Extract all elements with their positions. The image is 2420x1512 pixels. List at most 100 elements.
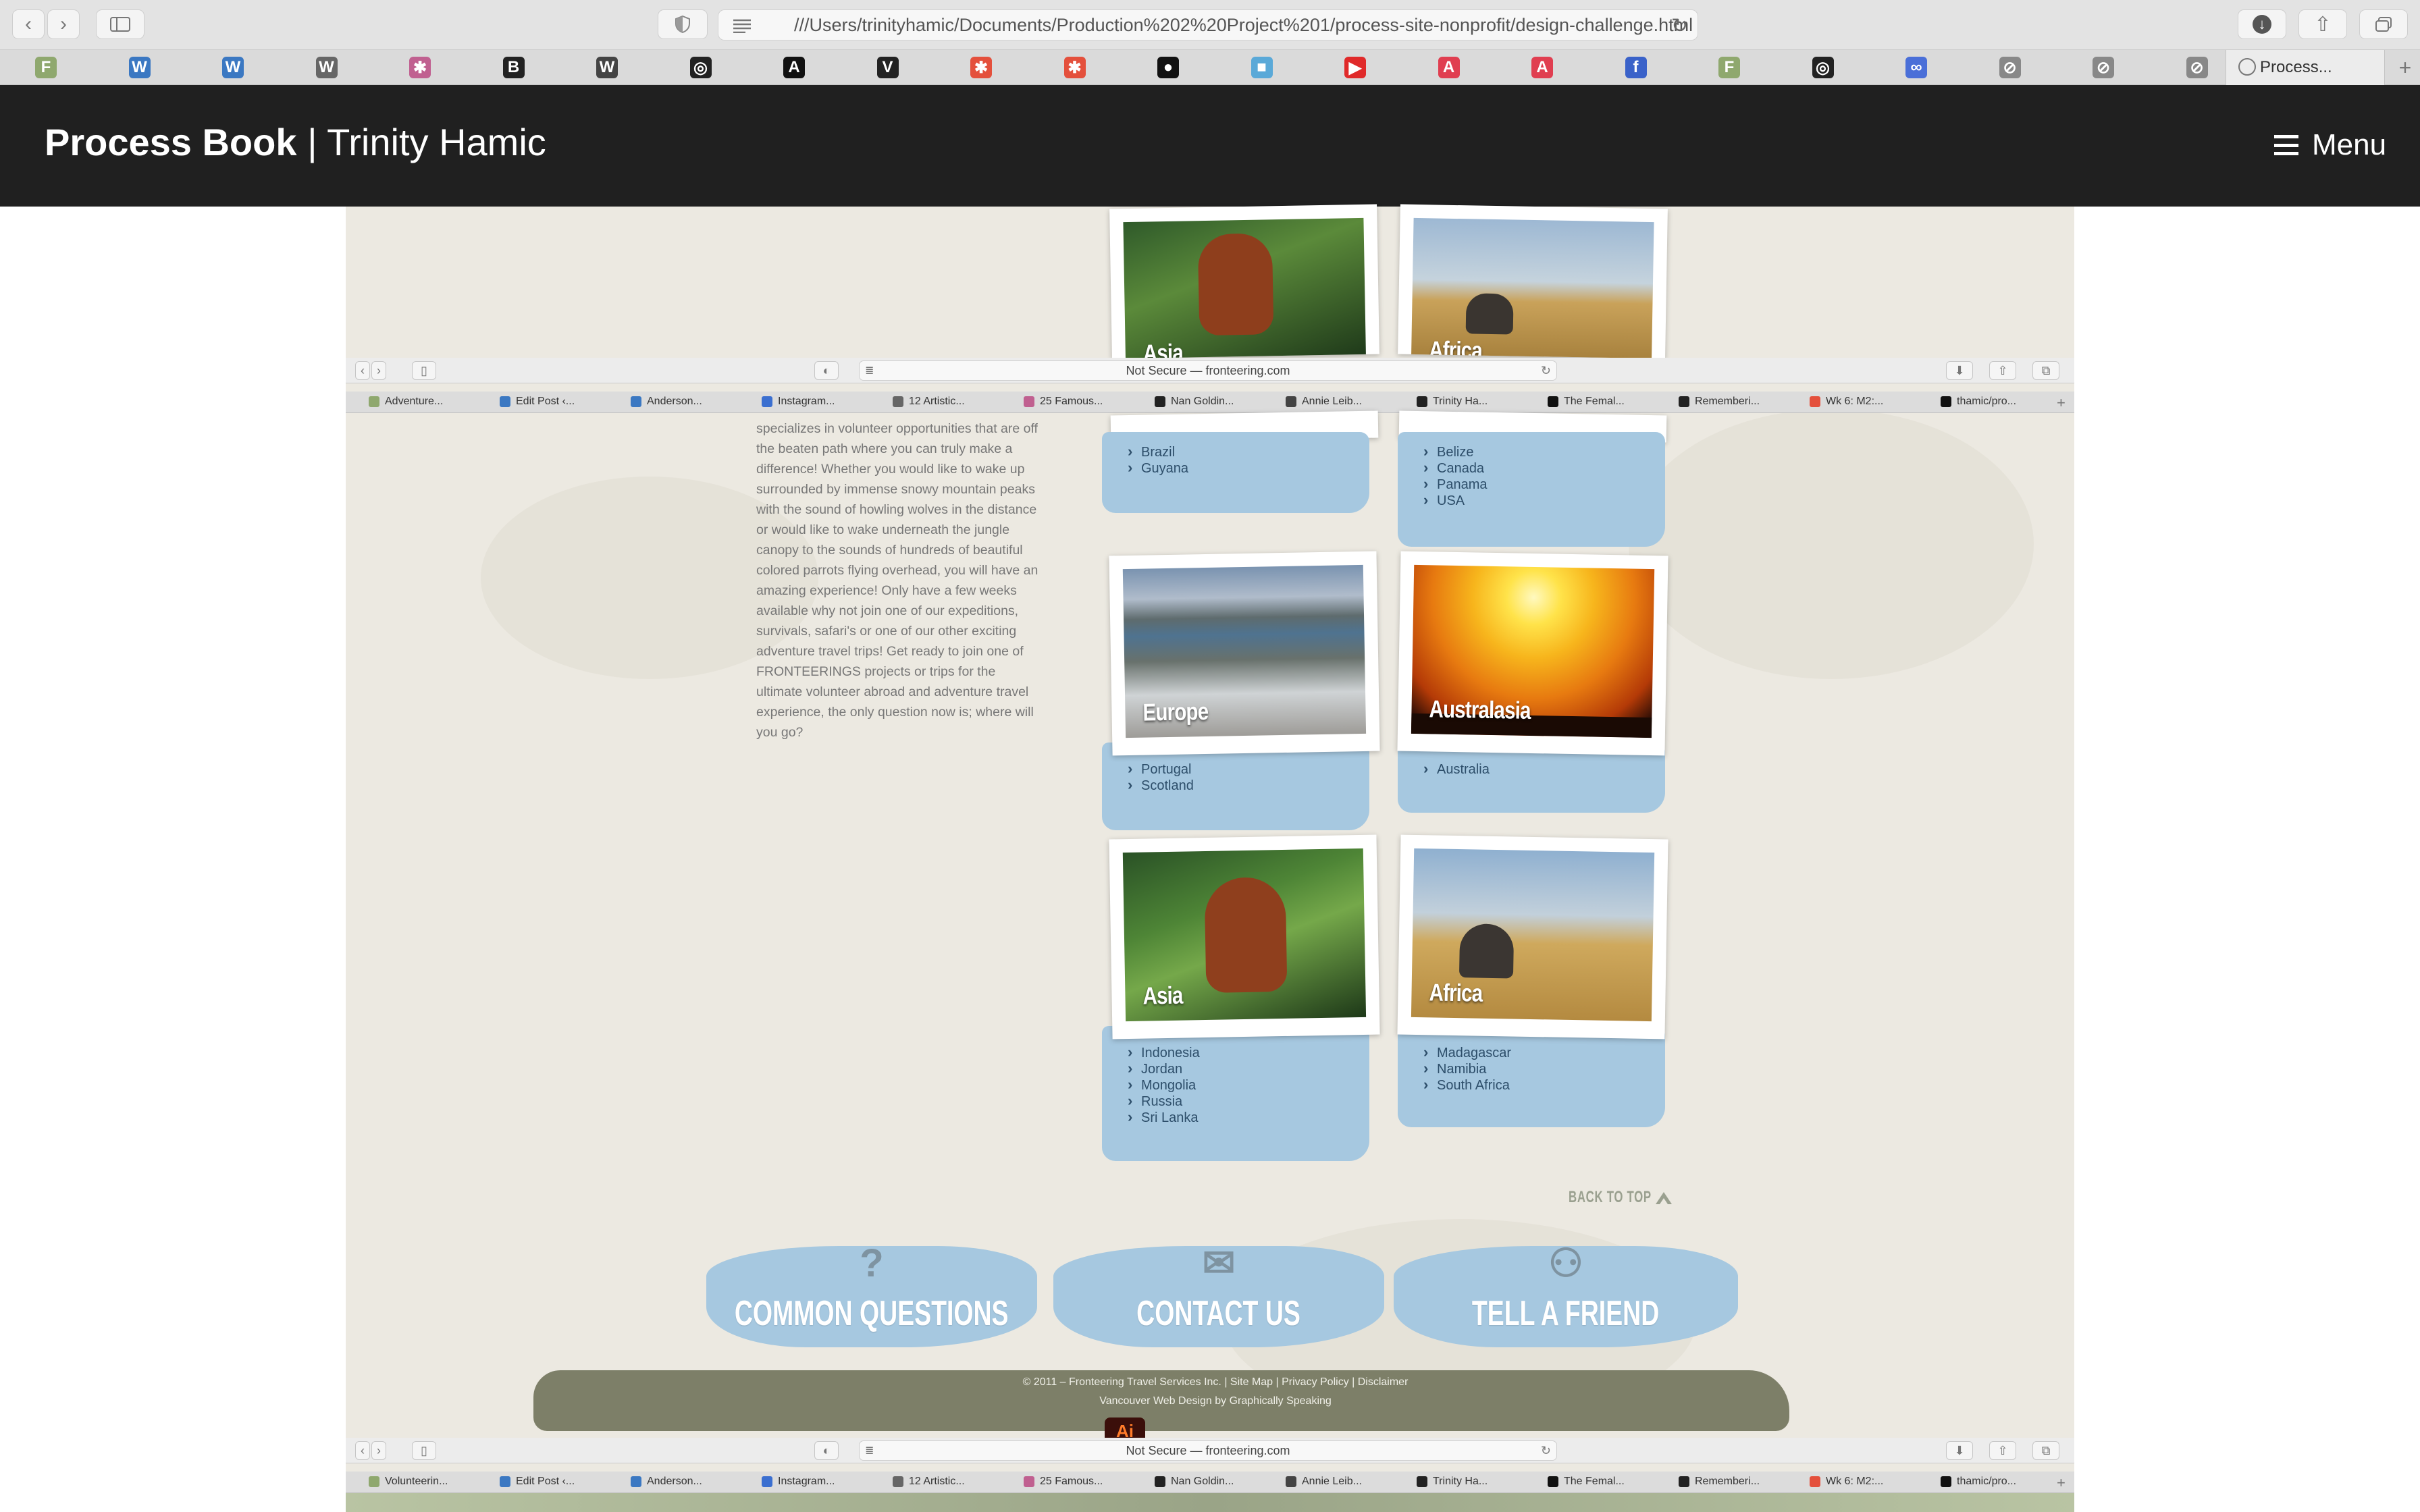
inner-downloads-button[interactable]: ⬇ — [1946, 1441, 1973, 1460]
reload-icon[interactable]: ↻ — [1541, 364, 1551, 378]
country-link[interactable]: Canada — [1423, 460, 1665, 477]
country-link[interactable]: Scotland — [1128, 777, 1369, 794]
wikipedia-icon[interactable]: W — [596, 57, 618, 78]
inner-favorite-item[interactable]: The Femal... — [1548, 1476, 1625, 1488]
facebook-icon[interactable]: f — [1625, 57, 1647, 78]
contact-us-button[interactable]: ✉ CONTACT US — [1053, 1241, 1384, 1347]
inner-favorite-item[interactable]: Instagram... — [762, 396, 835, 408]
w-icon[interactable]: W — [315, 57, 338, 78]
inner-favorite-item[interactable]: Nan Goldin... — [1155, 396, 1234, 408]
sidebar-toggle-button[interactable] — [96, 9, 144, 39]
inner-favorite-item[interactable]: Trinity Ha... — [1417, 396, 1488, 408]
compass-icon[interactable]: ⊘ — [2186, 57, 2208, 78]
country-link[interactable]: Mongolia — [1128, 1077, 1369, 1094]
region-card-asia-top[interactable]: Asia — [1109, 204, 1379, 359]
fronteering-icon[interactable]: F — [1718, 57, 1740, 78]
inner-favorite-item[interactable]: Adventure... — [369, 396, 443, 408]
inner-back-button[interactable]: ‹ — [355, 361, 370, 380]
inner-favorite-item[interactable]: Edit Post ‹... — [500, 1476, 575, 1488]
inner-address-bar[interactable]: ≣ Not Secure — fronteering.com ↻ — [859, 360, 1557, 381]
blue-square-icon[interactable]: ■ — [1251, 57, 1273, 78]
inner-sidebar-button[interactable]: ▯ — [412, 361, 436, 380]
site-title[interactable]: Process Book | Trinity Hamic — [45, 120, 546, 164]
wordpress-icon[interactable]: W — [128, 57, 151, 78]
menu-button[interactable]: Menu — [2274, 128, 2386, 162]
plus-icon[interactable]: + — [2057, 1474, 2066, 1492]
inner-favorite-item[interactable]: Instagram... — [762, 1476, 835, 1488]
region-card-europe[interactable]: Europe — [1109, 551, 1380, 756]
address-bar[interactable]: ///Users/trinityhamic/Documents/Producti… — [718, 9, 1698, 40]
inner-favorite-item[interactable]: Volunteerin... — [369, 1476, 448, 1488]
inner-favorite-item[interactable]: 12 Artistic... — [893, 396, 965, 408]
country-link[interactable]: USA — [1423, 492, 1665, 509]
compass-icon[interactable]: ⊘ — [1999, 57, 2021, 78]
compass-icon[interactable]: ⊘ — [2093, 57, 2114, 78]
inner-share-button[interactable]: ⇧ — [1989, 361, 2016, 380]
asterisk-icon[interactable]: ✱ — [1063, 57, 1086, 78]
inner-address-bar[interactable]: ≣ Not Secure — fronteering.com ↻ — [859, 1440, 1557, 1461]
inner-favorite-item[interactable]: 25 Famous... — [1024, 1476, 1103, 1488]
inner-shield-button[interactable]: ◐ — [814, 1441, 839, 1460]
share-button[interactable]: ⇧ — [2298, 9, 2347, 39]
country-link[interactable]: Australia — [1423, 761, 1665, 778]
active-tab[interactable]: Process... — [2226, 50, 2385, 85]
region-card-africa-top[interactable]: Africa — [1398, 204, 1668, 359]
inner-favorite-item[interactable]: thamic/pro... — [1941, 1476, 2016, 1488]
inner-favorite-item[interactable]: Wk 6: M2:... — [1810, 396, 1883, 408]
inner-favorite-item[interactable]: The Femal... — [1548, 396, 1625, 408]
inner-favorite-item[interactable]: 12 Artistic... — [893, 1476, 965, 1488]
inner-favorite-item[interactable]: Annie Leib... — [1286, 1476, 1362, 1488]
country-link[interactable]: Sri Lanka — [1128, 1109, 1369, 1126]
link-icon[interactable]: ∞ — [1905, 57, 1927, 78]
a-icon[interactable]: A — [783, 57, 805, 78]
country-link[interactable]: Madagascar — [1423, 1044, 1665, 1061]
region-card-australasia[interactable]: Australasia — [1397, 551, 1668, 756]
youtube-icon[interactable]: ▶ — [1344, 57, 1366, 78]
downloads-button[interactable]: ↓ — [2238, 9, 2286, 39]
inner-favorite-item[interactable]: Anderson... — [631, 396, 702, 408]
common-questions-button[interactable]: ? COMMON QUESTIONS — [706, 1241, 1037, 1347]
country-link[interactable]: Portugal — [1128, 761, 1369, 778]
country-link[interactable]: Russia — [1128, 1093, 1369, 1110]
colorwheel-icon[interactable]: ✱ — [409, 57, 431, 78]
country-link[interactable]: South Africa — [1423, 1077, 1665, 1094]
github-icon[interactable]: ● — [1157, 57, 1179, 78]
asterisk-icon[interactable]: ✱ — [970, 57, 992, 78]
country-link[interactable]: Guyana — [1128, 460, 1369, 477]
region-card-asia[interactable]: Asia — [1109, 834, 1380, 1040]
tell-a-friend-button[interactable]: ⚇ TELL A FRIEND — [1394, 1241, 1738, 1347]
inner-favorite-item[interactable]: thamic/pro... — [1941, 396, 2016, 408]
instagram-icon[interactable]: ◎ — [1812, 57, 1834, 78]
inner-forward-button[interactable]: › — [371, 361, 386, 380]
inner-favorite-item[interactable]: Annie Leib... — [1286, 396, 1362, 408]
inner-forward-button[interactable]: › — [371, 1441, 386, 1460]
region-card-africa[interactable]: Africa — [1397, 834, 1668, 1040]
plus-icon[interactable]: + — [2057, 394, 2066, 412]
instagram-icon[interactable]: ◎ — [689, 57, 712, 78]
inner-back-button[interactable]: ‹ — [355, 1441, 370, 1460]
country-link[interactable]: Namibia — [1423, 1060, 1665, 1077]
country-link[interactable]: Jordan — [1128, 1060, 1369, 1077]
inner-favorite-item[interactable]: Edit Post ‹... — [500, 396, 575, 408]
country-link[interactable]: Indonesia — [1128, 1044, 1369, 1061]
v-icon[interactable]: V — [876, 57, 899, 78]
inner-share-button[interactable]: ⇧ — [1989, 1441, 2016, 1460]
privacy-report-button[interactable] — [658, 9, 708, 39]
b-icon[interactable]: B — [502, 57, 525, 78]
inner-favorite-item[interactable]: Rememberi... — [1679, 1476, 1760, 1488]
country-link[interactable]: Panama — [1423, 476, 1665, 493]
adobe-icon[interactable]: A — [1438, 57, 1460, 78]
inner-sidebar-button[interactable]: ▯ — [412, 1441, 436, 1460]
reload-icon[interactable]: ↻ — [1541, 1444, 1551, 1458]
inner-tabs-button[interactable]: ⧉ — [2032, 1441, 2059, 1460]
inner-favorite-item[interactable]: Rememberi... — [1679, 396, 1760, 408]
adobe-icon[interactable]: A — [1531, 57, 1553, 78]
inner-favorite-item[interactable]: Anderson... — [631, 1476, 702, 1488]
back-button[interactable]: ‹ — [12, 9, 45, 39]
inner-tabs-button[interactable]: ⧉ — [2032, 361, 2059, 380]
country-link[interactable]: Belize — [1423, 443, 1665, 460]
fronteering-icon[interactable]: F — [35, 57, 57, 78]
country-link[interactable]: Brazil — [1128, 443, 1369, 460]
reload-icon[interactable]: ↻ — [1671, 14, 1688, 38]
inner-favorite-item[interactable]: Nan Goldin... — [1155, 1476, 1234, 1488]
